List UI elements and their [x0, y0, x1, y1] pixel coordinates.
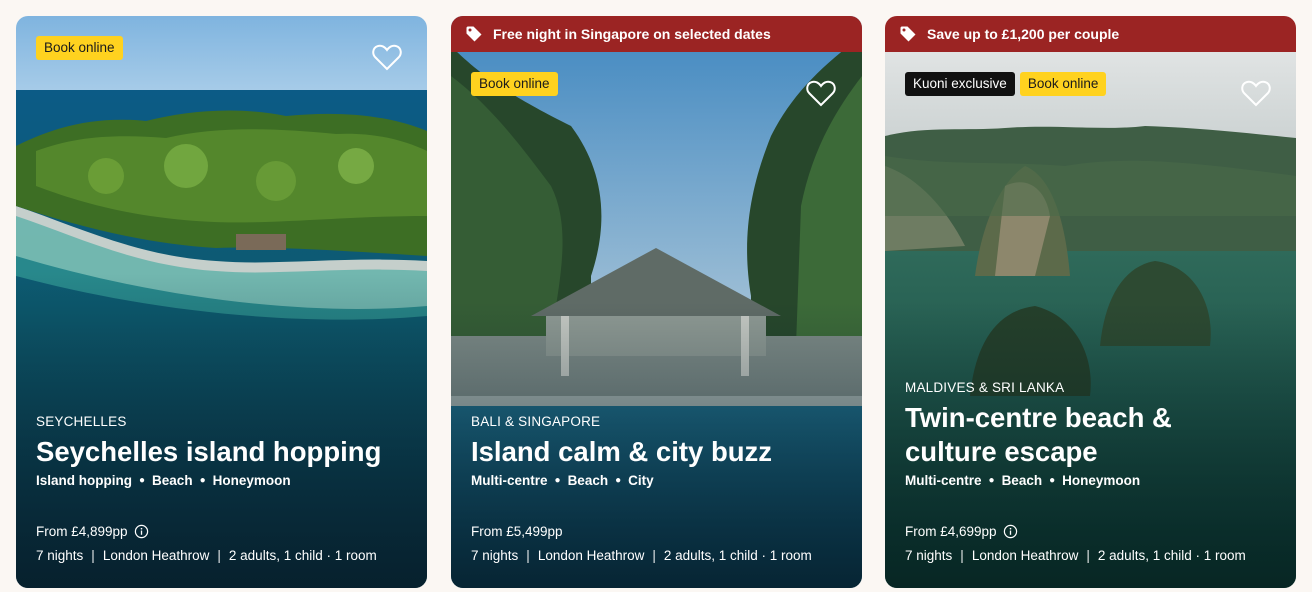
heart-outline-icon[interactable]: [805, 78, 837, 108]
divider: |: [217, 548, 221, 563]
destination-label: MALDIVES & SRI LANKA: [905, 380, 1065, 395]
price-label: From £5,499pp: [471, 524, 563, 539]
heart-outline-icon[interactable]: [371, 42, 403, 72]
airport-label: London Heathrow: [102, 548, 210, 563]
card-title-line: culture escape: [905, 436, 1098, 467]
tag-label: Beach: [152, 473, 193, 488]
card-title[interactable]: Island calm & city buzz: [471, 435, 846, 469]
card-info: MALDIVES & SRI LANKA Twin-centre beach &…: [905, 380, 1280, 488]
tag-label: Multi-centre: [905, 473, 982, 488]
holiday-tags: Multi-centre ● Beach ● City: [471, 473, 846, 488]
card-image-limestone-bay: [885, 16, 1296, 588]
divider: |: [652, 548, 656, 563]
tag-label: Multi-centre: [471, 473, 548, 488]
dot-separator: ●: [554, 475, 561, 486]
trip-details: 7 nights | London Heathrow | 2 adults, 1…: [471, 548, 812, 563]
card-title[interactable]: Seychelles island hopping: [36, 435, 411, 469]
nights-label: 7 nights: [905, 548, 953, 563]
promo-banner-text: Free night in Singapore on selected date…: [493, 26, 771, 42]
tag-icon: [900, 26, 916, 42]
dot-separator: ●: [139, 475, 146, 486]
trip-details: 7 nights | London Heathrow | 2 adults, 1…: [905, 548, 1246, 563]
card-title-line: Twin-centre beach &: [905, 402, 1172, 433]
promo-banner-text: Save up to £1,200 per couple: [927, 26, 1120, 42]
kuoni-exclusive-badge: Kuoni exclusive: [905, 72, 1015, 96]
destination-label: SEYCHELLES: [36, 414, 127, 429]
airport-label: London Heathrow: [971, 548, 1079, 563]
promo-banner: Free night in Singapore on selected date…: [451, 16, 862, 52]
divider: |: [91, 548, 95, 563]
badge-row: Book online: [36, 36, 123, 60]
tag-label: Beach: [1001, 473, 1043, 488]
price-label: From £4,699pp: [905, 524, 997, 539]
holiday-card-maldives-sri-lanka[interactable]: Save up to £1,200 per couple Kuoni exclu…: [885, 16, 1296, 588]
holiday-tags: Island hopping ● Beach ● Honeymoon: [36, 473, 411, 488]
tag-label: Beach: [567, 473, 609, 488]
card-info: BALI & SINGAPORE Island calm & city buzz…: [471, 414, 846, 488]
badge-row: Book online: [471, 72, 558, 96]
book-online-badge: Book online: [36, 36, 123, 60]
nights-label: 7 nights: [471, 548, 519, 563]
book-online-badge: Book online: [471, 72, 558, 96]
badge-row: Kuoni exclusive Book online: [905, 72, 1107, 96]
dot-separator: ●: [199, 475, 206, 486]
party-label: 2 adults, 1 child · 1 room: [228, 548, 377, 563]
tag-label: Honeymoon: [212, 473, 291, 488]
card-title-line: Island calm & city buzz: [471, 436, 773, 467]
price-row: From £4,899pp: [36, 524, 149, 539]
dot-separator: ●: [1049, 475, 1056, 486]
dot-separator: ●: [615, 475, 622, 486]
holiday-card-seychelles[interactable]: Book online SEYCHELLES Seychelles island…: [16, 16, 427, 588]
tag-icon: [466, 26, 482, 42]
price-row: From £5,499pp: [471, 524, 563, 539]
party-label: 2 adults, 1 child · 1 room: [663, 548, 812, 563]
card-image-seychelles-island: [16, 16, 427, 588]
book-online-badge: Book online: [1019, 72, 1107, 96]
tag-label: City: [628, 473, 654, 488]
card-title-line: Seychelles island hopping: [36, 436, 382, 467]
info-icon[interactable]: [134, 524, 149, 539]
promo-banner: Save up to £1,200 per couple: [885, 16, 1296, 52]
holiday-card-bali-singapore[interactable]: Free night in Singapore on selected date…: [451, 16, 862, 588]
nights-label: 7 nights: [36, 548, 84, 563]
tag-label: Honeymoon: [1062, 473, 1141, 488]
airport-label: London Heathrow: [537, 548, 645, 563]
trip-details: 7 nights | London Heathrow | 2 adults, 1…: [36, 548, 377, 563]
dot-separator: ●: [988, 475, 995, 486]
card-info: SEYCHELLES Seychelles island hopping Isl…: [36, 414, 411, 488]
heart-outline-icon[interactable]: [1240, 78, 1272, 108]
destination-label: BALI & SINGAPORE: [471, 414, 601, 429]
party-label: 2 adults, 1 child · 1 room: [1097, 548, 1246, 563]
tag-label: Island hopping: [36, 473, 132, 488]
card-image-bali-pool: [451, 16, 862, 588]
divider: |: [1086, 548, 1090, 563]
divider: |: [960, 548, 964, 563]
price-row: From £4,699pp: [905, 524, 1018, 539]
divider: |: [526, 548, 530, 563]
info-icon[interactable]: [1003, 524, 1018, 539]
card-title[interactable]: Twin-centre beach & culture escape: [905, 401, 1280, 469]
price-label: From £4,899pp: [36, 524, 128, 539]
holiday-tags: Multi-centre ● Beach ● Honeymoon: [905, 473, 1280, 488]
